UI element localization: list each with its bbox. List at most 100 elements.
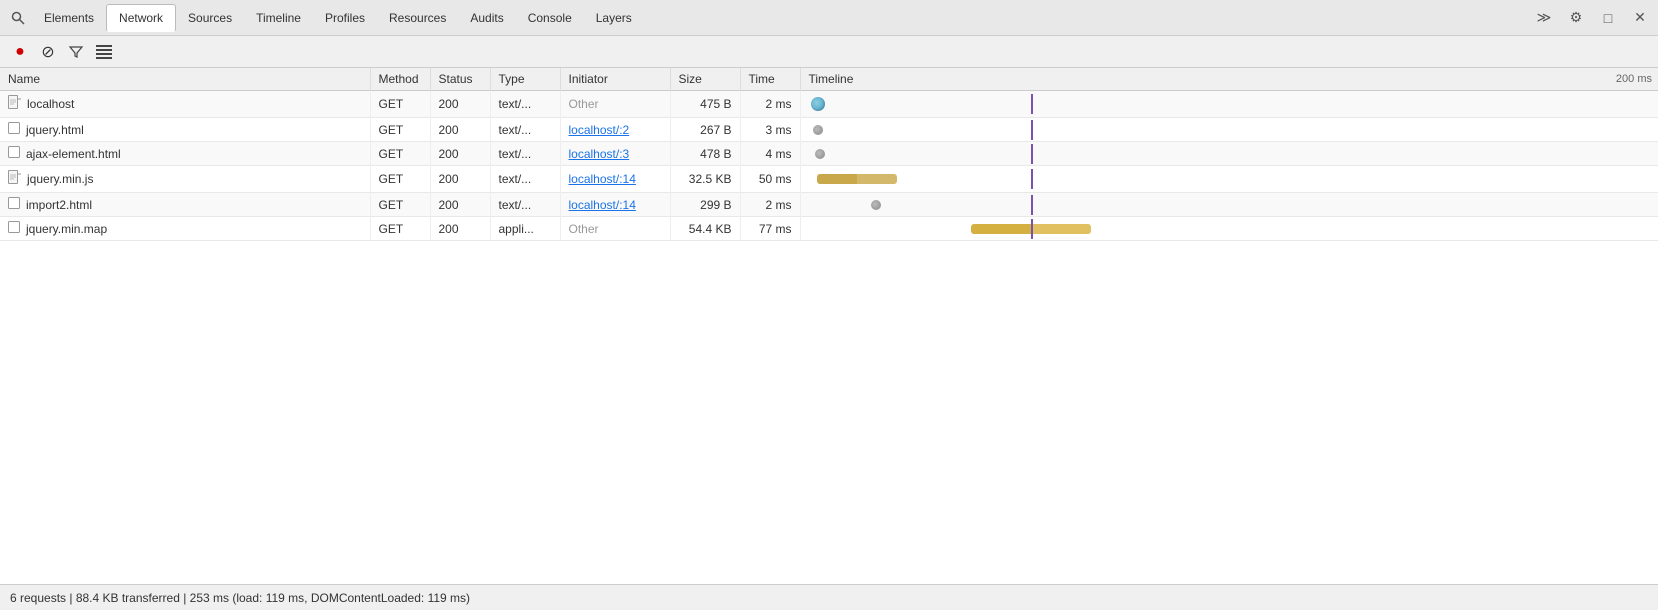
cell-time: 3 ms [740,118,800,142]
cell-name: localhost [0,91,370,118]
layout-icon[interactable]: □ [1594,4,1622,32]
cell-type: text/... [490,91,560,118]
timeline-marker-line [1031,219,1033,239]
cell-initiator[interactable]: localhost/:3 [560,142,670,166]
cell-size: 54.4 KB [670,217,740,241]
cell-name: jquery.min.js [0,166,370,193]
header-size[interactable]: Size [670,68,740,91]
cell-status: 200 [430,166,490,193]
header-initiator[interactable]: Initiator [560,68,670,91]
cell-timeline [800,193,1658,217]
close-icon[interactable]: ✕ [1626,4,1654,32]
timeline-bar-blue [811,97,825,111]
cell-size: 267 B [670,118,740,142]
tab-resources[interactable]: Resources [377,5,458,31]
header-status[interactable]: Status [430,68,490,91]
file-name: import2.html [26,198,92,212]
tab-audits[interactable]: Audits [458,5,515,31]
cell-initiator[interactable]: localhost/:2 [560,118,670,142]
cell-method: GET [370,217,430,241]
cell-type: text/... [490,193,560,217]
stop-button[interactable]: ⊘ [36,40,60,64]
cell-status: 200 [430,91,490,118]
cell-method: GET [370,193,430,217]
cell-method: GET [370,142,430,166]
tab-layers[interactable]: Layers [584,5,644,31]
cell-time: 50 ms [740,166,800,193]
cell-time: 2 ms [740,91,800,118]
table-row[interactable]: import2.htmlGET200text/...localhost/:142… [0,193,1658,217]
search-icon[interactable] [4,4,32,32]
execute-icon[interactable]: ≫ [1530,4,1558,32]
cell-timeline [800,142,1658,166]
doc-icon [8,170,21,188]
cell-initiator: Other [560,91,670,118]
cell-initiator[interactable]: localhost/:14 [560,166,670,193]
settings-icon[interactable]: ⚙ [1562,4,1590,32]
timeline-bar-gray [815,149,825,159]
cell-size: 475 B [670,91,740,118]
checkbox-icon [8,197,20,212]
checkbox-icon [8,146,20,161]
toolbar: ● ⊘ [0,36,1658,68]
header-name[interactable]: Name [0,68,370,91]
cell-timeline [800,91,1658,118]
cell-status: 200 [430,118,490,142]
cell-timeline [800,166,1658,193]
record-button[interactable]: ● [8,40,32,64]
checkbox-icon [8,122,20,137]
table-row[interactable]: ajax-element.html GET200text/...localhost… [0,142,1658,166]
timeline-bar-gray [871,200,881,210]
timeline-marker-line [1031,120,1033,140]
tab-network[interactable]: Network [106,4,176,32]
filter-button[interactable] [64,40,88,64]
cell-method: GET [370,91,430,118]
header-type[interactable]: Type [490,68,560,91]
file-name: localhost [27,97,74,111]
cell-size: 478 B [670,142,740,166]
cell-name: import2.html [0,193,370,217]
table-row[interactable]: jquery.min.mapGET200appli...Other54.4 KB… [0,217,1658,241]
status-text: 6 requests | 88.4 KB transferred | 253 m… [10,591,470,605]
table-row[interactable]: localhost GET200text/...Other475 B2 ms [0,91,1658,118]
cell-type: text/... [490,166,560,193]
tab-timeline[interactable]: Timeline [244,5,313,31]
status-bar: 6 requests | 88.4 KB transferred | 253 m… [0,584,1658,610]
tab-profiles[interactable]: Profiles [313,5,377,31]
table-row[interactable]: jquery.min.jsGET200text/...localhost/:14… [0,166,1658,193]
tab-sources[interactable]: Sources [176,5,244,31]
file-name: jquery.min.map [26,222,107,236]
network-table: Name Method Status Type Initiator Size T… [0,68,1658,241]
cell-type: text/... [490,142,560,166]
table-row[interactable]: jquery.html GET200text/...localhost/:2267… [0,118,1658,142]
cell-timeline [800,217,1658,241]
doc-icon [8,95,21,113]
cell-size: 32.5 KB [670,166,740,193]
tab-console[interactable]: Console [516,5,584,31]
timeline-marker-line [1031,144,1033,164]
cell-time: 2 ms [740,193,800,217]
timeline-bar-gray [813,125,823,135]
timeline-bar-yellow [817,174,897,184]
cell-status: 200 [430,142,490,166]
cell-initiator: Other [560,217,670,241]
cell-name: ajax-element.html [0,142,370,166]
tab-elements[interactable]: Elements [32,5,106,31]
file-name: jquery.html [26,123,84,137]
cell-method: GET [370,118,430,142]
header-method[interactable]: Method [370,68,430,91]
cell-timeline [800,118,1658,142]
nav-icons: ≫ ⚙ □ ✕ [1530,4,1654,32]
cell-type: text/... [490,118,560,142]
file-name: ajax-element.html [26,147,121,161]
cell-type: appli... [490,217,560,241]
header-timeline[interactable]: Timeline 200 ms [800,68,1658,91]
timeline-marker-line [1031,94,1033,114]
list-view-button[interactable] [92,40,116,64]
file-name: jquery.min.js [27,172,93,186]
timeline-ms-label: 200 ms [1616,73,1652,85]
cell-initiator[interactable]: localhost/:14 [560,193,670,217]
header-time[interactable]: Time [740,68,800,91]
cell-size: 299 B [670,193,740,217]
cell-name: jquery.html [0,118,370,142]
